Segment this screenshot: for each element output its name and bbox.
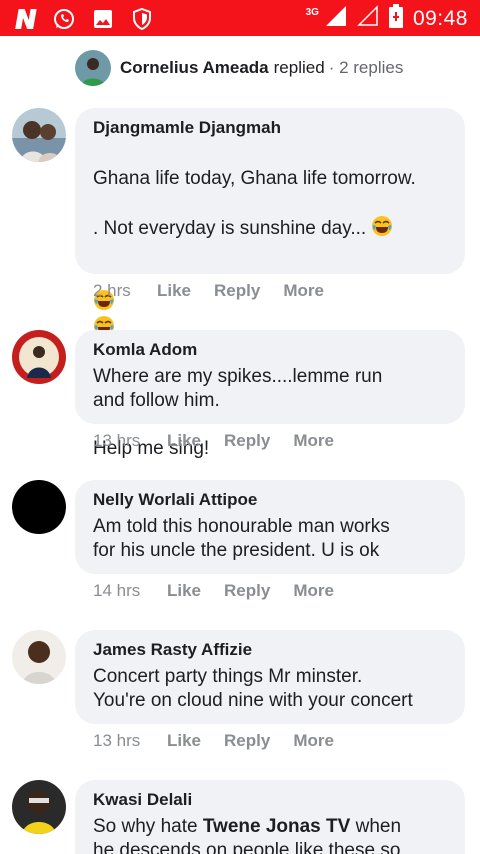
comment-author[interactable]: Kwasi Delali <box>93 789 447 811</box>
avatar[interactable] <box>12 630 66 684</box>
reply-button[interactable]: Reply <box>224 731 270 751</box>
like-button[interactable]: Like <box>157 281 191 301</box>
like-button[interactable]: Like <box>167 731 201 751</box>
comment-text: Concert party things Mr minster. You're … <box>93 666 413 711</box>
comment-author[interactable]: James Rasty Affizie <box>93 639 447 661</box>
more-button[interactable]: More <box>293 431 334 451</box>
status-bar: 3G 09:48 <box>0 0 480 36</box>
avatar <box>75 50 111 86</box>
gallery-icon <box>90 6 115 31</box>
comment-text-line: . Not everyday is sunshine day... <box>93 215 447 241</box>
replies-summary[interactable]: Cornelius Ameada replied · 2 replies <box>75 50 403 86</box>
comment-bubble[interactable]: Nelly Worlali Attipoe Am told this honou… <box>75 480 465 574</box>
reply-button[interactable]: Reply <box>224 431 270 451</box>
avatar[interactable] <box>12 780 66 834</box>
comment-author[interactable]: Nelly Worlali Attipoe <box>93 489 447 511</box>
comment-text: Am told this honourable man works for hi… <box>93 516 390 561</box>
avatar[interactable] <box>12 330 66 384</box>
like-button[interactable]: Like <box>167 581 201 601</box>
reply-count[interactable]: · 2 replies <box>329 58 404 78</box>
comment-time[interactable]: 14 hrs <box>93 581 167 601</box>
signal-empty-icon <box>357 5 379 32</box>
news-app-icon <box>12 6 37 31</box>
comment-actions: 2 hrs Like Reply More <box>93 281 347 301</box>
comment-author[interactable]: Komla Adom <box>93 339 447 361</box>
avatar[interactable] <box>12 480 66 534</box>
comment-actions: 13 hrs Like Reply More <box>93 431 357 451</box>
replied-author[interactable]: Cornelius Ameada <box>120 58 269 78</box>
shield-icon <box>129 6 154 31</box>
comment-time[interactable]: 2 hrs <box>93 281 157 301</box>
comment-bubble[interactable]: James Rasty Affizie Concert party things… <box>75 630 465 724</box>
comment-bubble[interactable]: Komla Adom Where are my spikes....lemme … <box>75 330 465 424</box>
avatar[interactable] <box>12 108 66 162</box>
comment-time[interactable]: 13 hrs <box>93 431 167 451</box>
comment-author[interactable]: Djangmamle Djangmah <box>93 117 447 139</box>
battery-icon <box>388 4 403 33</box>
more-button[interactable]: More <box>293 581 334 601</box>
more-button[interactable]: More <box>283 281 324 301</box>
comment-time[interactable]: 13 hrs <box>93 731 167 751</box>
comment-actions: 14 hrs Like Reply More <box>93 581 357 601</box>
laughing-emoji-icon <box>371 215 393 237</box>
signal-icon <box>325 5 347 32</box>
comment-bubble[interactable]: Kwasi Delali So why hate Twene Jonas TV … <box>75 780 465 854</box>
whatsapp-icon <box>51 6 76 31</box>
comment-actions: 13 hrs Like Reply More <box>93 731 357 751</box>
replied-verb: replied <box>273 58 325 77</box>
clock: 09:48 <box>412 6 468 30</box>
network-type: 3G <box>305 7 319 18</box>
reply-button[interactable]: Reply <box>224 581 270 601</box>
reply-button[interactable]: Reply <box>214 281 260 301</box>
like-button[interactable]: Like <box>167 431 201 451</box>
comment-bubble[interactable]: Djangmamle Djangmah Ghana life today, Gh… <box>75 108 465 459</box>
mentioned-page[interactable]: Twene Jonas TV <box>203 816 350 837</box>
comment-text: So why hate Twene Jonas TV when he desce… <box>93 816 402 854</box>
more-button[interactable]: More <box>293 731 334 751</box>
comment-text-line: Ghana life today, Ghana life tomorrow. <box>93 168 416 189</box>
comment-text: Where are my spikes....lemme run and fol… <box>93 366 383 411</box>
